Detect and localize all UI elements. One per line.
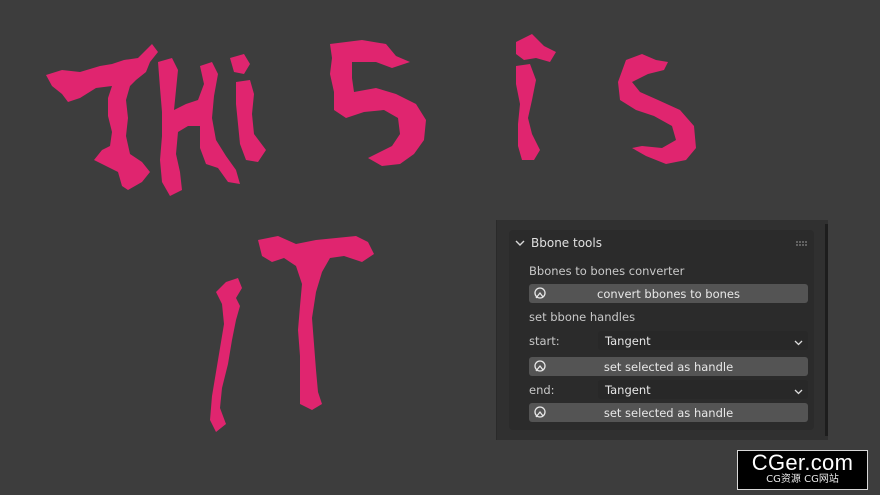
end-dropdown-value: Tangent [605,382,651,397]
letter-I [210,278,242,432]
panel-header[interactable]: Bbone tools [513,232,813,254]
watermark-sub: CG资源 CG网站 [766,474,839,485]
end-label: end: [529,383,555,397]
chevron-down-icon [794,336,803,346]
set-start-handle-button[interactable]: set selected as handle [529,357,808,376]
panel-frame [509,230,814,430]
end-button-label: set selected as handle [603,405,734,420]
start-button-label: set selected as handle [603,359,734,374]
start-dropdown-value: Tangent [605,333,651,348]
letter-T2 [258,236,374,410]
bbone-tools-panel: Bbone tools Bbones to bones converter co… [496,220,828,440]
chevron-down-icon [794,385,803,395]
end-handle-dropdown[interactable]: Tangent [598,380,808,399]
letter-i1 [230,54,266,162]
convert-bbones-button[interactable]: convert bbones to bones [529,284,808,303]
panel-title: Bbone tools [531,236,602,250]
letter-i2 [516,34,556,160]
bone-pointer-icon [533,359,548,374]
handles-section-label: set bbone handles [529,310,636,324]
letter-S1 [330,40,426,166]
watermark-main: CGer.com [751,450,854,475]
converter-section-label: Bbones to bones converter [529,264,685,278]
set-end-handle-button[interactable]: set selected as handle [529,403,808,422]
grip-dots-icon[interactable] [795,238,809,248]
chevron-down-icon [513,236,527,250]
letter-h [158,58,240,196]
bone-pointer-icon [533,405,548,420]
bone-pointer-icon [533,286,548,301]
start-handle-dropdown[interactable]: Tangent [598,331,808,350]
letter-s2 [618,54,696,164]
letter-T1 [46,44,158,190]
convert-button-label: convert bbones to bones [597,286,740,301]
watermark: CGer.com CG资源 CG网站 [737,450,868,490]
panel-scrollbar[interactable] [825,224,828,436]
start-label: start: [529,334,560,348]
